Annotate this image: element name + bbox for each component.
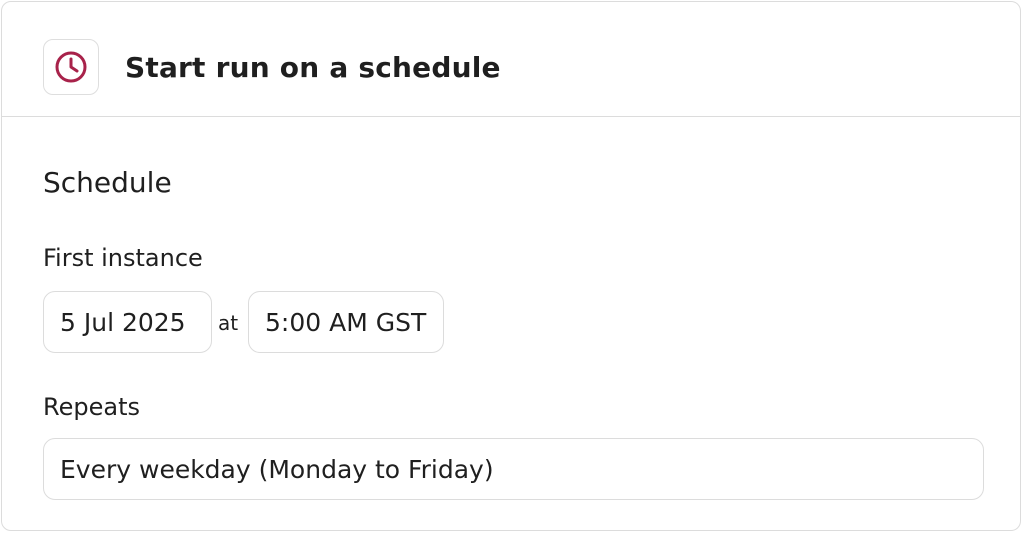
repeats-value: Every weekday (Monday to Friday) [60,454,494,484]
date-input[interactable]: 5 Jul 2025 [43,291,212,353]
time-value: 5:00 AM GST [265,307,427,337]
date-value: 5 Jul 2025 [60,307,186,337]
page-title: Start run on a schedule [125,51,501,84]
first-instance-label: First instance [43,244,203,272]
section-title-schedule: Schedule [43,166,172,199]
repeats-select[interactable]: Every weekday (Monday to Friday) [43,438,984,500]
at-label: at [218,311,239,335]
card-header: Start run on a schedule [2,2,1020,117]
time-input[interactable]: 5:00 AM GST [248,291,444,353]
repeats-label: Repeats [43,393,140,421]
schedule-card: Start run on a schedule Schedule First i… [1,1,1021,531]
clock-icon-container [43,39,99,95]
clock-icon [55,51,87,83]
